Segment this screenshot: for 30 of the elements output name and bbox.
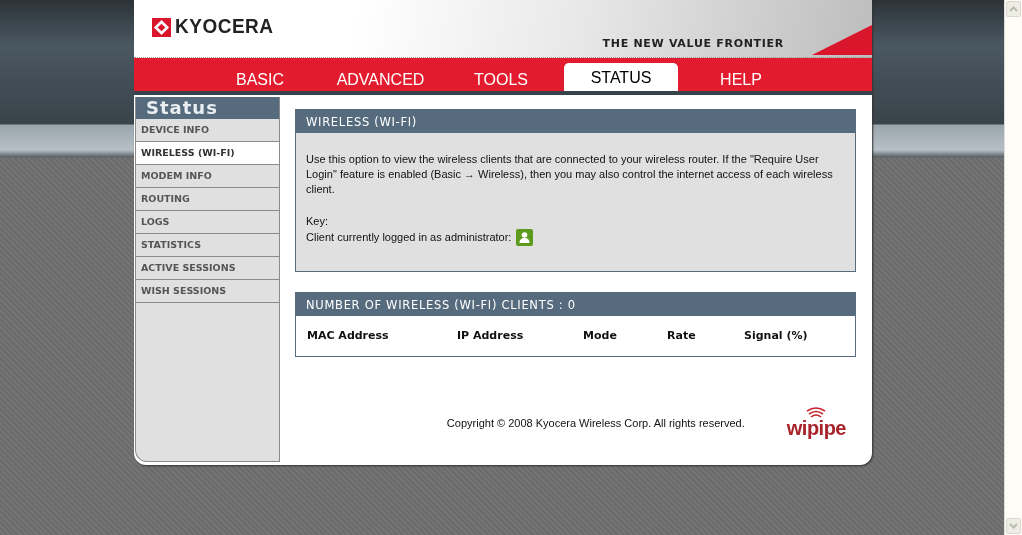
user-icon [516,229,534,246]
panel-title: WIRELESS (WI-FI) [296,110,855,133]
chevron-down-icon [1009,523,1018,529]
sidebar-item[interactable]: WIRELESS (WI-FI) [136,142,279,165]
wipipe-logo: wipipe [786,418,846,438]
nav-tab[interactable]: ADVANCED [320,65,441,91]
scroll-down-button[interactable] [1006,518,1021,534]
tagline: THE NEW VALUE FRONTIER [602,37,784,50]
column-header: Mode [583,329,618,342]
sidebar-title: Status [136,97,279,119]
nav-tab[interactable]: HELP [681,65,801,91]
description: Use this option to view the wireless clients that are connected to your wireless router. If the "Require User Login" feature is enabled (Basic → Wireless), then you may also control the internet access of each wireless client. [306,152,834,197]
nav-tab[interactable]: TOOLS [441,65,561,91]
signal-waves-icon [805,407,828,418]
column-header: Rate [667,329,697,342]
key-label: Key: [306,214,329,229]
nav-tab[interactable]: STATUS [564,63,678,91]
key-text: Client currently logged in as administrator: [306,230,512,245]
corner-swoosh-icon [812,25,872,55]
chevron-up-icon [1009,6,1018,12]
brand-name: KYOCERA [175,15,274,39]
column-header: Signal (%) [744,329,809,342]
copyright: Copyright © 2008 Kyocera Wireless Corp. All rights reserved. [446,416,745,429]
scroll-up-button[interactable] [1006,1,1021,17]
column-header: IP Address [457,329,525,342]
panel-title: NUMBER OF WIRELESS (WI-FI) CLIENTS : 0 [296,293,855,316]
column-header: MAC Address [307,329,390,342]
logo-icon [152,17,171,37]
nav-tab[interactable]: BASIC [200,65,320,91]
scrollbar[interactable] [1004,0,1022,535]
